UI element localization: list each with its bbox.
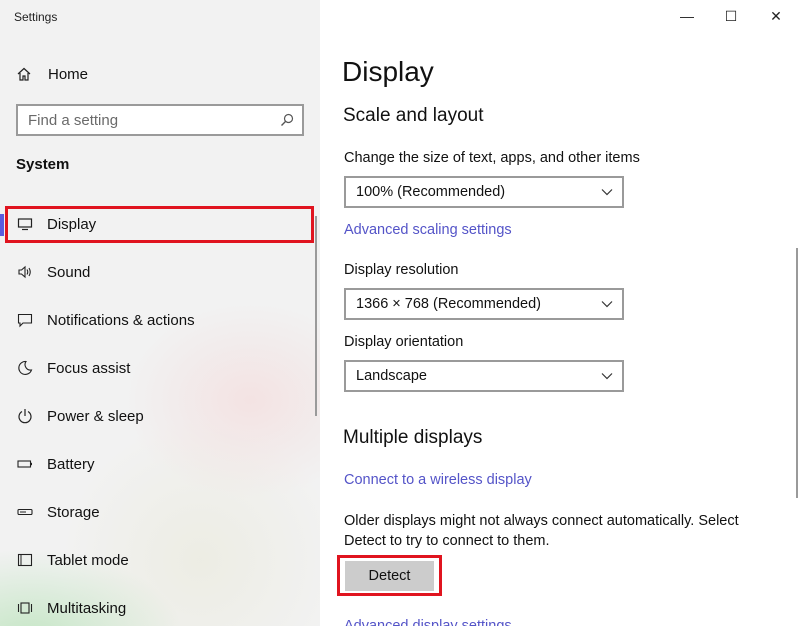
sidebar-item-tablet-mode[interactable]: Tablet mode bbox=[0, 542, 320, 578]
sidebar-scrollbar[interactable] bbox=[315, 216, 317, 416]
sidebar-item-sound[interactable]: Sound bbox=[0, 254, 320, 290]
search-input[interactable]: Find a setting bbox=[16, 104, 304, 136]
sidebar-item-notifications[interactable]: Notifications & actions bbox=[0, 302, 320, 338]
page-title: Display bbox=[342, 56, 434, 87]
multiple-displays-heading: Multiple displays bbox=[343, 427, 483, 448]
chevron-down-icon bbox=[601, 301, 613, 308]
resolution-value: 1366 × 768 (Recommended) bbox=[356, 296, 541, 312]
message-icon bbox=[17, 312, 33, 328]
main-content: — ☐ ✕ Display Scale and layout Change th… bbox=[320, 0, 799, 626]
detect-description: Older displays might not always connect … bbox=[344, 513, 739, 549]
search-icon bbox=[281, 113, 294, 126]
sidebar-item-label: Power & sleep bbox=[47, 407, 144, 425]
sidebar-item-label: Focus assist bbox=[47, 359, 131, 377]
sidebar-item-label: Notifications & actions bbox=[47, 311, 195, 329]
wireless-display-link[interactable]: Connect to a wireless display bbox=[344, 472, 532, 488]
minimize-button[interactable]: — bbox=[677, 6, 697, 26]
scale-dropdown[interactable]: 100% (Recommended) bbox=[344, 176, 624, 208]
chevron-down-icon bbox=[601, 373, 613, 380]
scale-value: 100% (Recommended) bbox=[356, 184, 506, 200]
scale-label: Change the size of text, apps, and other… bbox=[344, 150, 640, 166]
window-title: Settings bbox=[14, 10, 58, 24]
multitask-icon bbox=[17, 600, 33, 616]
sidebar-item-multitasking[interactable]: Multitasking bbox=[0, 590, 320, 626]
sidebar-item-label: Storage bbox=[47, 503, 100, 521]
power-icon bbox=[17, 408, 33, 424]
sidebar: Settings Home Find a setting System Disp… bbox=[0, 0, 320, 626]
scale-layout-heading: Scale and layout bbox=[343, 105, 484, 126]
detect-button[interactable]: Detect bbox=[345, 561, 434, 591]
advanced-scaling-link[interactable]: Advanced scaling settings bbox=[344, 222, 512, 238]
orientation-value: Landscape bbox=[356, 368, 427, 384]
selection-indicator bbox=[0, 214, 4, 236]
sidebar-item-label: Sound bbox=[47, 263, 91, 281]
main-scrollbar[interactable] bbox=[796, 248, 798, 498]
sidebar-item-focus-assist[interactable]: Focus assist bbox=[0, 350, 320, 386]
battery-icon bbox=[17, 456, 33, 472]
resolution-label: Display resolution bbox=[344, 262, 459, 278]
moon-icon bbox=[17, 360, 33, 376]
maximize-button[interactable]: ☐ bbox=[721, 6, 741, 26]
detect-highlight-box: Detect bbox=[337, 555, 442, 596]
chevron-down-icon bbox=[601, 189, 613, 196]
sidebar-item-label: Battery bbox=[47, 455, 95, 473]
orientation-dropdown[interactable]: Landscape bbox=[344, 360, 624, 392]
sidebar-item-storage[interactable]: Storage bbox=[0, 494, 320, 530]
home-label: Home bbox=[48, 65, 89, 83]
sidebar-item-power-sleep[interactable]: Power & sleep bbox=[0, 398, 320, 434]
home-icon bbox=[17, 67, 31, 81]
sidebar-item-battery[interactable]: Battery bbox=[0, 446, 320, 482]
sidebar-item-label: Tablet mode bbox=[47, 551, 129, 569]
close-button[interactable]: ✕ bbox=[766, 6, 786, 26]
search-placeholder: Find a setting bbox=[28, 111, 119, 129]
resolution-dropdown[interactable]: 1366 × 768 (Recommended) bbox=[344, 288, 624, 320]
speaker-icon bbox=[17, 264, 33, 280]
tablet-icon bbox=[17, 552, 33, 568]
storage-icon bbox=[17, 504, 33, 520]
sidebar-item-label: Multitasking bbox=[47, 599, 127, 617]
section-title: System bbox=[16, 156, 70, 173]
display-highlight-box bbox=[5, 206, 314, 243]
home-link[interactable]: Home bbox=[16, 63, 88, 85]
advanced-display-link[interactable]: Advanced display settings bbox=[344, 618, 512, 626]
orientation-label: Display orientation bbox=[344, 334, 464, 350]
